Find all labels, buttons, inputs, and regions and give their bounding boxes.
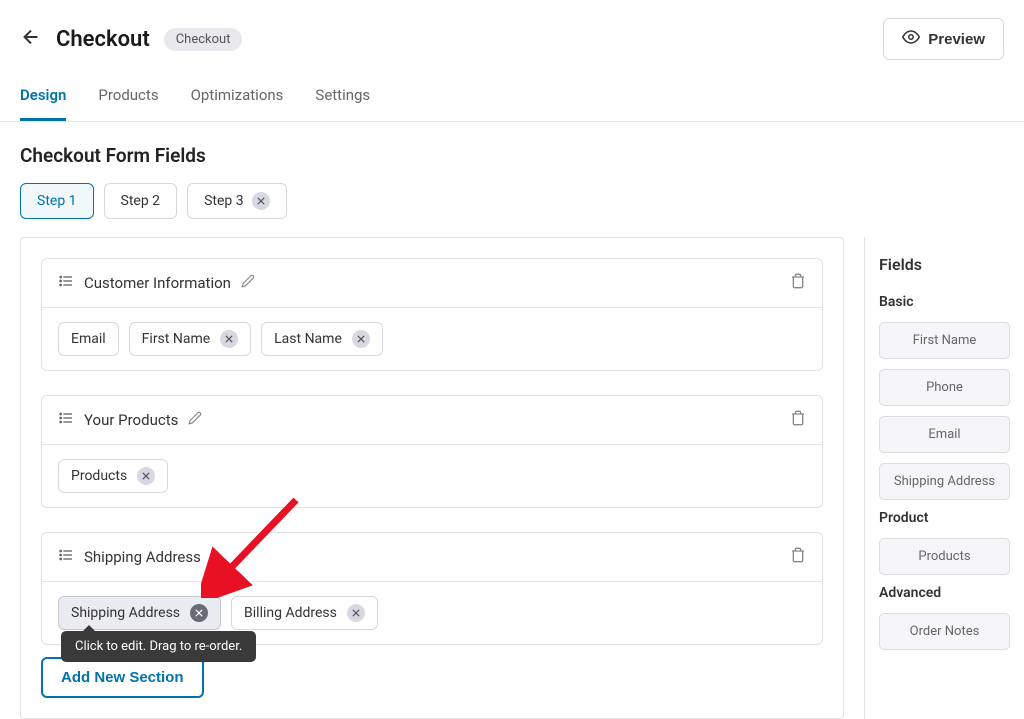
- preview-label: Preview: [928, 31, 985, 48]
- sidebar-field-order-notes[interactable]: Order Notes: [879, 613, 1010, 650]
- sidebar-field-phone[interactable]: Phone: [879, 369, 1010, 406]
- pencil-icon[interactable]: [188, 411, 202, 429]
- field-chip-last-name[interactable]: Last Name: [261, 322, 383, 356]
- section-shipping-address: Shipping Address Shipping Address: [41, 532, 823, 645]
- step-1-button[interactable]: Step 1: [20, 183, 94, 219]
- field-chip-products[interactable]: Products: [58, 459, 168, 493]
- drag-handle-icon[interactable]: [58, 273, 74, 293]
- eye-icon: [902, 28, 920, 50]
- tooltip: Click to edit. Drag to re-order.: [61, 631, 256, 662]
- section-title: Checkout Form Fields: [0, 122, 1024, 183]
- step-label: Step 2: [121, 193, 161, 209]
- field-chip-label: Billing Address: [244, 605, 337, 621]
- sidebar-group-advanced-title: Advanced: [879, 585, 1010, 601]
- page-title: Checkout: [56, 27, 150, 52]
- add-section-button[interactable]: Add New Section: [41, 657, 204, 698]
- tab-design[interactable]: Design: [20, 86, 66, 121]
- field-chip-billing-address[interactable]: Billing Address: [231, 596, 378, 630]
- remove-step-icon[interactable]: [252, 192, 270, 210]
- trash-icon[interactable]: [790, 547, 806, 567]
- section-customer-information: Customer Information Email: [41, 258, 823, 371]
- remove-field-icon[interactable]: [190, 604, 208, 622]
- steps-row: Step 1 Step 2 Step 3: [0, 183, 1024, 237]
- drag-handle-icon[interactable]: [58, 547, 74, 567]
- remove-field-icon[interactable]: [137, 467, 155, 485]
- section-title-text: Shipping Address: [84, 548, 201, 566]
- step-3-button[interactable]: Step 3: [187, 183, 287, 219]
- sidebar-title: Fields: [879, 255, 1010, 274]
- field-chip-email[interactable]: Email: [58, 322, 119, 356]
- preview-button[interactable]: Preview: [883, 18, 1004, 60]
- section-your-products: Your Products Products: [41, 395, 823, 508]
- step-label: Step 1: [37, 193, 77, 209]
- sidebar-group-product-title: Product: [879, 510, 1010, 526]
- page-badge: Checkout: [164, 28, 243, 51]
- sidebar-field-products[interactable]: Products: [879, 538, 1010, 575]
- remove-field-icon[interactable]: [347, 604, 365, 622]
- tab-products[interactable]: Products: [98, 86, 158, 121]
- sidebar-field-shipping-address[interactable]: Shipping Address: [879, 463, 1010, 500]
- remove-field-icon[interactable]: [352, 330, 370, 348]
- remove-field-icon[interactable]: [220, 330, 238, 348]
- sidebar-group-basic-title: Basic: [879, 294, 1010, 310]
- field-chip-label: Last Name: [274, 331, 342, 347]
- field-chip-label: Email: [71, 331, 106, 347]
- pencil-icon[interactable]: [241, 274, 255, 292]
- trash-icon[interactable]: [790, 273, 806, 293]
- fields-sidebar: Fields Basic First Name Phone Email Ship…: [864, 237, 1024, 719]
- section-title-text: Customer Information: [84, 274, 231, 292]
- field-chip-label: First Name: [142, 331, 210, 347]
- field-chip-label: Products: [71, 468, 127, 484]
- sidebar-field-email[interactable]: Email: [879, 416, 1010, 453]
- trash-icon[interactable]: [790, 410, 806, 430]
- drag-handle-icon[interactable]: [58, 410, 74, 430]
- step-label: Step 3: [204, 193, 244, 209]
- back-arrow[interactable]: [20, 26, 42, 52]
- field-chip-label: Shipping Address: [71, 605, 180, 621]
- tab-settings[interactable]: Settings: [315, 86, 370, 121]
- section-title-text: Your Products: [84, 411, 178, 429]
- sidebar-field-first-name[interactable]: First Name: [879, 322, 1010, 359]
- add-section-label: Add New Section: [61, 669, 184, 686]
- step-2-button[interactable]: Step 2: [104, 183, 178, 219]
- tabs-nav: Design Products Optimizations Settings: [0, 68, 1024, 122]
- tab-optimizations[interactable]: Optimizations: [191, 86, 284, 121]
- field-chip-first-name[interactable]: First Name: [129, 322, 251, 356]
